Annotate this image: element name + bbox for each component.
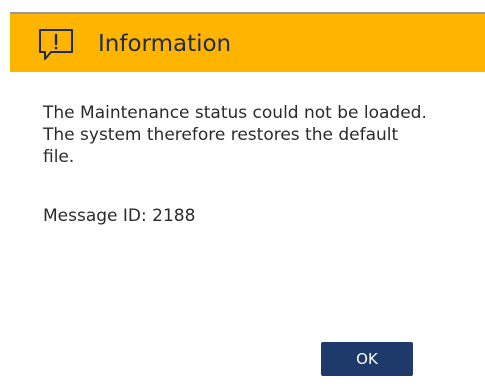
message-id: Message ID: 2188 [43, 206, 196, 226]
ok-button[interactable]: OK [321, 342, 413, 376]
information-dialog: Information The Maintenance status could… [10, 12, 485, 392]
dialog-message: The Maintenance status could not be load… [43, 103, 427, 167]
message-alert-icon [37, 27, 77, 65]
dialog-header: Information [10, 12, 485, 72]
dialog-title: Information [98, 31, 232, 57]
